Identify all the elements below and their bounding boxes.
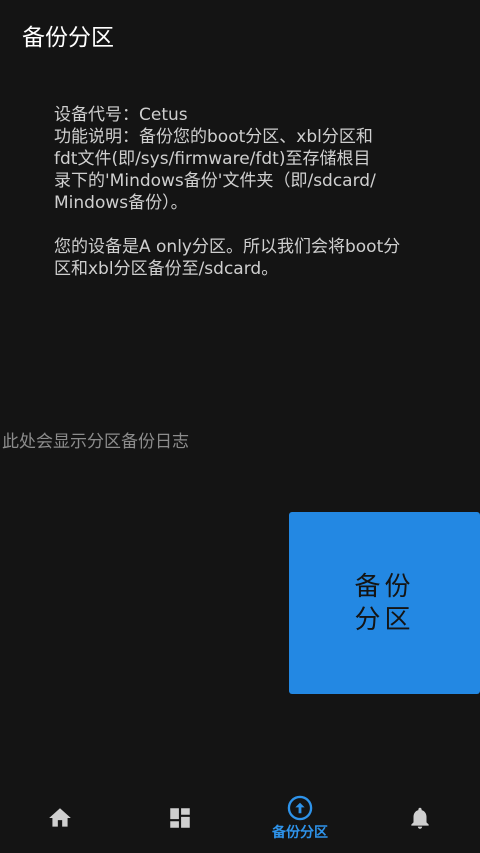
description-line: 录下的'Mindows备份'文件夹（即/sdcard/ (54, 171, 376, 191)
description-line: 功能说明：备份您的boot分区、xbl分区和 (54, 127, 373, 147)
nav-item-notifications[interactable] (360, 783, 480, 853)
description-line: fdt文件(即/sys/firmware/fdt)至存储根目 (54, 149, 371, 169)
backup-button-label: 备份分区 (354, 571, 415, 634)
info-panel: 设备代号：Cetus 功能说明：备份您的boot分区、xbl分区和 fdt文件(… (54, 104, 424, 280)
nav-item-home[interactable] (0, 783, 120, 853)
slot-info-line: 您的设备是A only分区。所以我们会将boot分 (54, 237, 401, 257)
nav-item-dashboard[interactable] (120, 783, 240, 853)
page-title: 备份分区 (22, 25, 114, 51)
nav-item-backup[interactable]: 备份分区 (240, 783, 360, 853)
log-output: 此处会显示分区备份日志 (2, 432, 189, 452)
nav-label-backup: 备份分区 (272, 825, 328, 841)
home-icon (49, 808, 71, 827)
description-line: Mindows备份）。 (54, 193, 188, 213)
dashboard-icon (170, 808, 190, 828)
upload-circle-icon (287, 795, 313, 821)
bottom-navigation: 备份分区 (0, 783, 480, 853)
device-code-text: 设备代号：Cetus (54, 105, 188, 125)
bell-icon (411, 807, 429, 829)
slot-info-line: 区和xbl分区备份至/sdcard。 (54, 259, 279, 279)
app-screen: 备份分区 设备代号：Cetus 功能说明：备份您的boot分区、xbl分区和 f… (0, 0, 480, 853)
backup-partition-button[interactable]: 备份分区 (289, 512, 480, 694)
